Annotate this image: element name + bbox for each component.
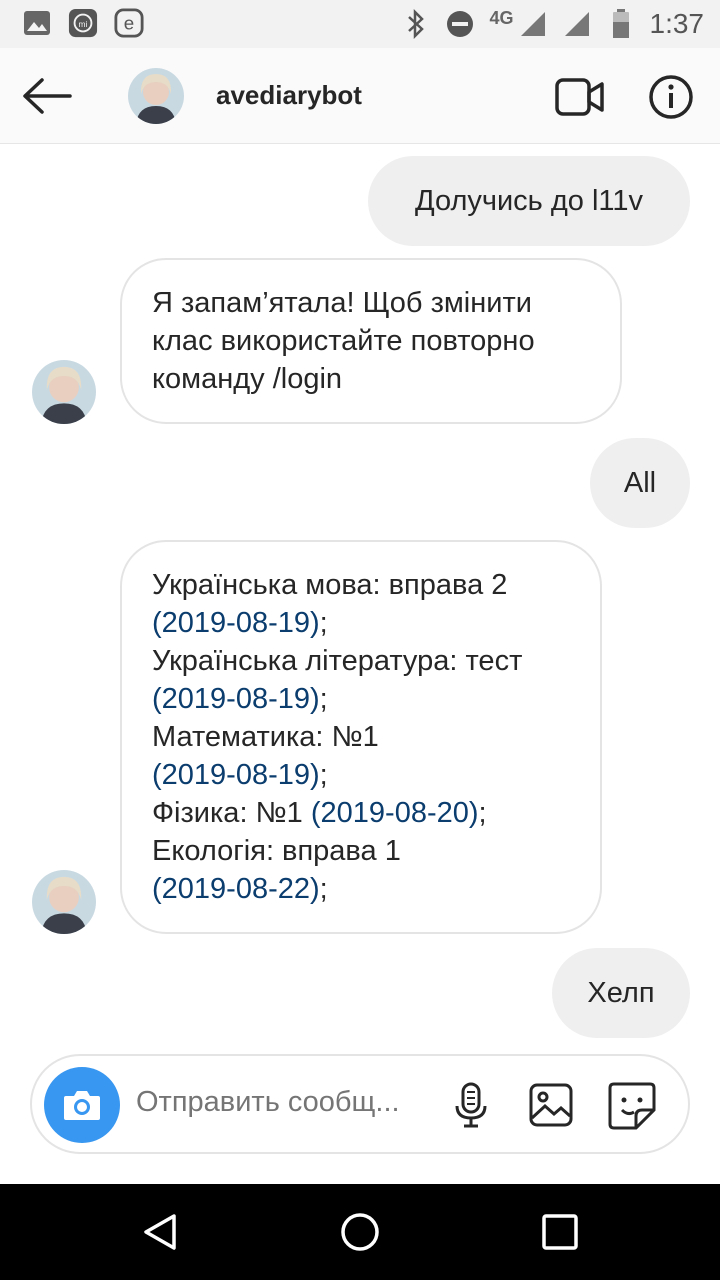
outgoing-message[interactable]: Хелп [552, 948, 690, 1038]
camera-button[interactable] [44, 1067, 120, 1143]
clock: 1:37 [649, 8, 705, 39]
profile-photo-icon [32, 360, 96, 424]
date-link[interactable]: (2019-08-19) [152, 683, 320, 715]
dnd-icon [445, 9, 475, 39]
homework-item: Українська література: тест (2019-08-19)… [152, 642, 570, 718]
notification-icons: mi e [22, 8, 144, 38]
message-text: All [623, 466, 657, 499]
bluetooth-icon [401, 9, 431, 39]
sticker-icon [608, 1082, 656, 1130]
status-bar: mi e 4G 1:37 [0, 0, 720, 48]
message-line: Я запам’ятала! Щоб змінити [152, 287, 532, 319]
homework-item: Українська мова: вправа 2 (2019-08-19); [152, 566, 570, 642]
signal-icon [562, 9, 592, 39]
homework-subject: Екологія: вправа 1 [152, 835, 401, 867]
avatar[interactable] [128, 68, 184, 124]
avatar[interactable] [32, 360, 96, 424]
camera-icon [64, 1091, 100, 1120]
navigation-bar [0, 1184, 720, 1280]
message-line: клас використайте повторно [152, 325, 535, 357]
homework-item: Фізика: №1 (2019-08-20); [152, 797, 487, 829]
microphone-icon [455, 1082, 487, 1128]
image-icon [22, 8, 52, 38]
date-link[interactable]: (2019-08-20) [311, 797, 479, 829]
square-recents-icon [542, 1214, 578, 1250]
profile-photo-icon [128, 68, 184, 124]
homework-subject: Фізика: №1 [152, 797, 303, 829]
message-composer [30, 1054, 690, 1154]
gallery-button[interactable] [526, 1080, 576, 1130]
info-icon [649, 75, 693, 119]
mi-icon: mi [68, 8, 98, 38]
nav-home-button[interactable] [338, 1210, 382, 1254]
network-type: 4G [489, 7, 514, 28]
incoming-message[interactable]: Українська мова: вправа 2 (2019-08-19); … [120, 540, 602, 934]
nav-back-button[interactable] [138, 1210, 182, 1254]
video-camera-icon [555, 78, 604, 116]
triangle-back-icon [144, 1214, 176, 1250]
homework-subject: Математика: №1 [152, 721, 379, 753]
battery-icon [606, 9, 636, 39]
homework-subject: Українська мова: вправа 2 [152, 569, 508, 601]
sticker-button[interactable] [606, 1080, 656, 1130]
voice-message-button[interactable] [446, 1080, 496, 1130]
back-button[interactable] [20, 72, 76, 120]
e-icon: e [114, 8, 144, 38]
homework-subject: Українська література: тест [152, 645, 523, 677]
message-text: Долучись до l11v [414, 184, 643, 217]
profile-photo-icon [32, 870, 96, 934]
incoming-message[interactable]: Я запам’ятала! Щоб змінити клас використ… [120, 258, 622, 424]
chat-header: avediarybot [0, 48, 720, 144]
video-call-button[interactable] [554, 74, 606, 120]
message-line: команду /login [152, 363, 343, 395]
date-link[interactable]: (2019-08-19) [152, 759, 320, 791]
date-link[interactable]: (2019-08-19) [152, 607, 320, 639]
outgoing-message[interactable]: Долучись до l11v [368, 156, 690, 246]
homework-item: Екологія: вправа 1 (2019-08-22); [152, 832, 570, 908]
homework-item: Математика: №1 (2019-08-19); [152, 718, 570, 794]
chat-username[interactable]: avediarybot [216, 80, 362, 111]
date-link[interactable]: (2019-08-22) [152, 873, 320, 905]
message-text: Хелп [587, 976, 655, 1009]
message-input[interactable] [136, 1086, 426, 1119]
info-button[interactable] [648, 74, 694, 120]
outgoing-message[interactable]: All [590, 438, 690, 528]
signal-icon [518, 9, 548, 39]
nav-recents-button[interactable] [538, 1210, 582, 1254]
system-indicators: 4G 1:37 [401, 6, 704, 42]
svg-text:e: e [124, 13, 134, 34]
svg-text:mi: mi [79, 19, 88, 29]
circle-home-icon [341, 1213, 379, 1251]
avatar[interactable] [32, 870, 96, 934]
gallery-icon [529, 1083, 573, 1127]
arrow-left-icon [23, 78, 72, 114]
